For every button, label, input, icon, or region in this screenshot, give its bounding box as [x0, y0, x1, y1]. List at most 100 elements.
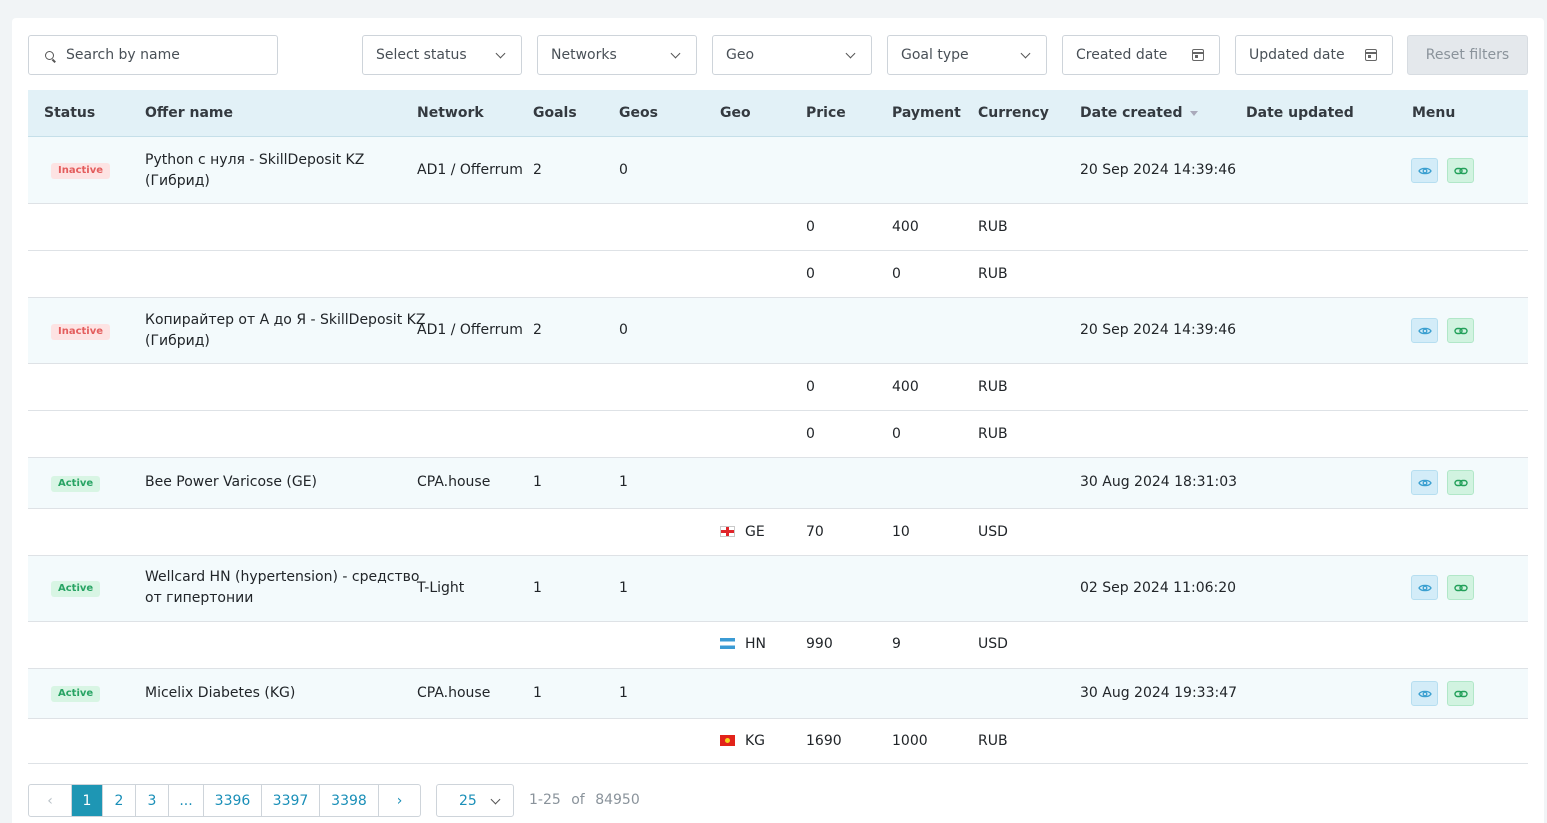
goal-currency: RUB: [978, 266, 1008, 282]
offer-name[interactable]: Bee Power Varicose (GE): [145, 472, 317, 493]
status-badge: Inactive: [51, 163, 111, 179]
next-page-button[interactable]: ›: [379, 785, 420, 816]
column-price[interactable]: Price: [806, 105, 846, 121]
chevron-down-icon: [1020, 48, 1031, 59]
page-button[interactable]: 2: [103, 785, 136, 816]
column-date-created[interactable]: Date created: [1080, 105, 1199, 121]
column-menu: Menu: [1412, 105, 1456, 121]
geo-select[interactable]: Geo: [712, 35, 872, 75]
column-network[interactable]: Network: [417, 105, 484, 121]
offer-network: CPA.house: [417, 474, 491, 490]
status-badge: Active: [51, 581, 101, 597]
offer-date-created: 20 Sep 2024 14:39:46: [1080, 162, 1237, 178]
pagination: ‹ 1 2 3 ... 3396 3397 3398 ›: [28, 784, 421, 817]
goal-payment: 0: [892, 426, 901, 442]
status-badge: Inactive: [51, 324, 111, 340]
offer-geos: 1: [619, 580, 628, 596]
column-payment[interactable]: Payment: [892, 105, 961, 121]
page-button[interactable]: 3: [136, 785, 169, 816]
goal-geo: KG: [720, 731, 765, 752]
view-button[interactable]: [1411, 158, 1438, 183]
offer-date-created: 30 Aug 2024 19:33:47: [1080, 685, 1238, 701]
copy-link-button[interactable]: [1447, 470, 1474, 495]
offer-name[interactable]: Копирайтер от А до Я - SkillDeposit KZ (Г…: [145, 310, 425, 352]
goal-payment: 400: [892, 219, 919, 235]
page-button[interactable]: 1: [72, 785, 103, 816]
goal-price: 0: [806, 379, 815, 395]
goal-currency: RUB: [978, 426, 1008, 442]
goal-currency: RUB: [978, 379, 1008, 395]
goal-row: 0 0 RUB: [28, 411, 1528, 458]
goal-currency: RUB: [978, 733, 1008, 749]
column-date-updated[interactable]: Date updated: [1246, 105, 1354, 121]
goal-payment: 10: [892, 524, 910, 540]
eye-icon: [1417, 167, 1432, 174]
column-goals[interactable]: Goals: [533, 105, 577, 121]
column-geos[interactable]: Geos: [619, 105, 658, 121]
offer-geos: 0: [619, 162, 628, 178]
view-button[interactable]: [1411, 470, 1438, 495]
offer-network: AD1 / Offerrum: [417, 322, 523, 338]
link-icon: [1453, 479, 1468, 486]
copy-link-button[interactable]: [1447, 681, 1474, 706]
column-offer-name[interactable]: Offer name: [145, 105, 233, 121]
copy-link-button[interactable]: [1447, 575, 1474, 600]
copy-link-button[interactable]: [1447, 158, 1474, 183]
column-currency[interactable]: Currency: [978, 105, 1049, 121]
column-geo[interactable]: Geo: [720, 105, 751, 121]
updated-date-picker[interactable]: Updated date: [1235, 35, 1393, 75]
link-icon: [1453, 584, 1468, 591]
view-button[interactable]: [1411, 575, 1438, 600]
reset-filters-button[interactable]: Reset filters: [1407, 35, 1528, 75]
page-button[interactable]: 3398: [320, 785, 379, 816]
copy-link-button[interactable]: [1447, 318, 1474, 343]
table-header: Status Offer name Network Goals Geos Geo…: [28, 90, 1528, 137]
offer-date-created: 02 Sep 2024 11:06:20: [1080, 580, 1237, 596]
chevron-down-icon: [670, 48, 681, 59]
goal-currency: USD: [978, 636, 1008, 652]
results-count: 1-25 of 84950: [529, 792, 640, 808]
view-button[interactable]: [1411, 681, 1438, 706]
prev-page-button[interactable]: ‹: [29, 785, 72, 816]
flag-ge-icon: [720, 526, 735, 537]
goal-payment: 9: [892, 636, 901, 652]
goal-currency: RUB: [978, 219, 1008, 235]
column-status[interactable]: Status: [44, 105, 95, 121]
status-select[interactable]: Select status: [362, 35, 522, 75]
offer-name[interactable]: Wellcard HN (hypertension) - средство от …: [145, 567, 419, 609]
goal-price: 1690: [806, 733, 842, 749]
page-button[interactable]: 3396: [204, 785, 262, 816]
search-input[interactable]: Search by name: [28, 35, 278, 75]
offer-geos: 1: [619, 685, 628, 701]
table-row: Active Micelix Diabetes (KG) CPA.house 1…: [28, 669, 1528, 719]
calendar-icon: [1365, 49, 1377, 61]
goal-price: 70: [806, 524, 824, 540]
offer-name[interactable]: Micelix Diabetes (KG): [145, 683, 295, 704]
goal-type-select[interactable]: Goal type: [887, 35, 1047, 75]
created-date-picker[interactable]: Created date: [1062, 35, 1220, 75]
table-row: Inactive Python с нуля - SkillDeposit KZ…: [28, 137, 1528, 204]
goal-payment: 400: [892, 379, 919, 395]
offer-goals: 1: [533, 474, 542, 490]
link-icon: [1453, 327, 1468, 334]
goal-price: 0: [806, 266, 815, 282]
link-icon: [1453, 167, 1468, 174]
eye-icon: [1417, 327, 1432, 334]
view-button[interactable]: [1411, 318, 1438, 343]
table-row: Active Bee Power Varicose (GE) CPA.house…: [28, 458, 1528, 509]
per-page-select[interactable]: 25: [436, 784, 514, 817]
status-badge: Active: [51, 476, 101, 492]
offer-network: AD1 / Offerrum: [417, 162, 523, 178]
goal-price: 0: [806, 219, 815, 235]
offer-goals: 1: [533, 685, 542, 701]
networks-select[interactable]: Networks: [537, 35, 697, 75]
offer-geos: 1: [619, 474, 628, 490]
flag-hn-icon: [720, 638, 735, 649]
offer-name[interactable]: Python с нуля - SkillDeposit KZ (Гибрид): [145, 150, 364, 192]
page-ellipsis[interactable]: ...: [169, 785, 204, 816]
offer-network: T-Light: [417, 580, 465, 596]
page-button[interactable]: 3397: [262, 785, 320, 816]
sort-icon[interactable]: [1190, 111, 1199, 116]
goal-price: 990: [806, 636, 833, 652]
goal-currency: USD: [978, 524, 1008, 540]
